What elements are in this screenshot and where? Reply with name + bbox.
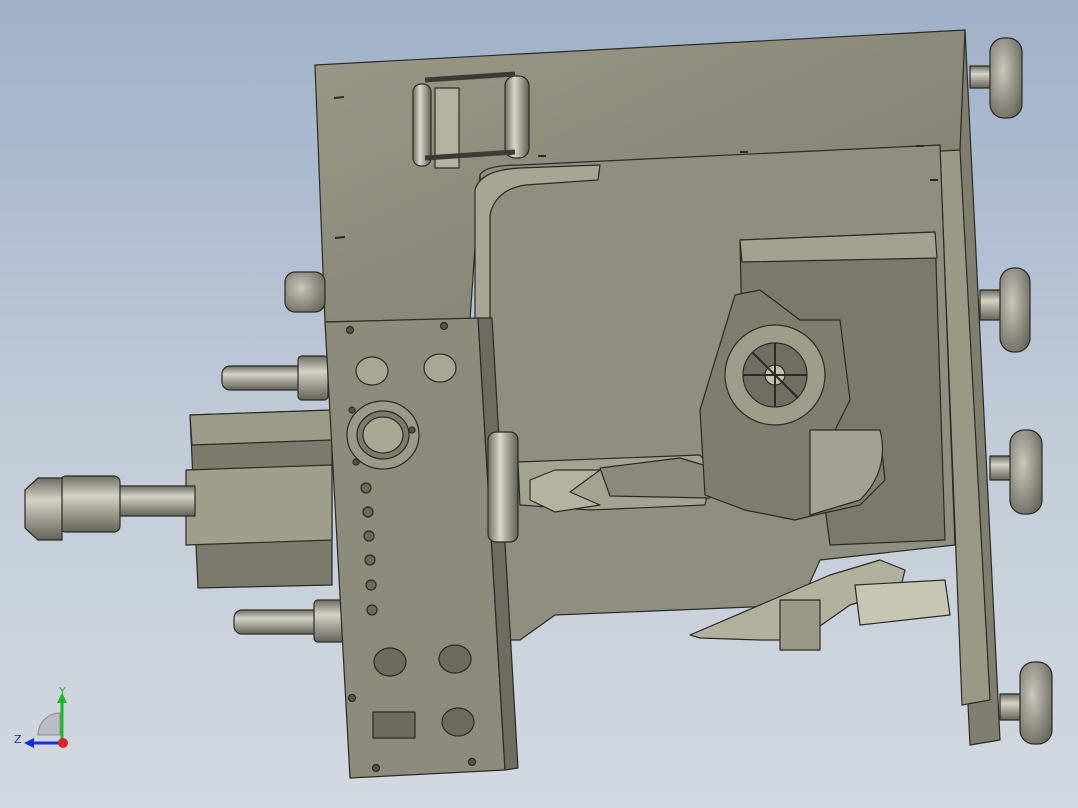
- actuator-housing-face: [185, 464, 333, 546]
- plate-small-hole: [366, 604, 378, 616]
- plate-port-right: [423, 353, 457, 383]
- cad-viewport[interactable]: Y Z: [0, 0, 1078, 808]
- lower-tray-bracket: [854, 579, 951, 626]
- foot-mid-right: [979, 267, 1031, 353]
- flange-bolt: [352, 458, 360, 466]
- z-axis-arrow: [24, 738, 34, 748]
- plate-small-hole: [360, 482, 372, 494]
- front-plate: [324, 317, 506, 779]
- plate-small-hole: [362, 506, 374, 518]
- flange-bolt: [348, 406, 356, 414]
- flange-bore: [362, 416, 404, 454]
- plate-screw-hole: [347, 693, 357, 703]
- z-axis-label: Z: [14, 733, 22, 746]
- hex-nut: [24, 477, 63, 541]
- triad-rotation-arc: [37, 712, 61, 736]
- flange-bolt: [408, 426, 416, 434]
- lower-pin: [233, 609, 325, 635]
- orientation-triad: Y Z: [14, 685, 68, 748]
- actuator-housing-top: [189, 409, 333, 446]
- plate-screw-hole: [439, 321, 449, 331]
- upper-pin-collar: [297, 355, 329, 401]
- plate-screw-hole: [345, 325, 355, 335]
- plate-small-hole: [365, 579, 377, 591]
- handle-post-left: [412, 83, 432, 167]
- lower-pin-collar: [313, 599, 345, 643]
- foot-lower-right: [989, 429, 1043, 515]
- foot-bottom-right: [999, 661, 1053, 745]
- coupling-flange: [487, 431, 519, 543]
- plate-screw-hole: [467, 757, 477, 767]
- x-axis-dot: [58, 738, 68, 748]
- tray-connector: [779, 599, 821, 651]
- left-boss-top: [284, 271, 326, 313]
- y-axis-label: Y: [58, 685, 66, 698]
- actuator-rod: [109, 485, 196, 517]
- plate-round-boss: [438, 644, 472, 674]
- plate-rect-cutout: [372, 711, 416, 739]
- plate-small-hole: [363, 530, 375, 542]
- rod-collar: [59, 475, 121, 533]
- plate-screw-hole: [371, 763, 381, 773]
- plate-round-boss: [441, 707, 475, 737]
- plate-small-hole: [364, 554, 376, 566]
- plate-round-boss: [373, 647, 407, 677]
- assembly-model[interactable]: [0, 0, 1078, 808]
- handle-post-right: [504, 75, 530, 159]
- plate-port-left: [355, 356, 389, 386]
- foot-top-right: [969, 37, 1023, 119]
